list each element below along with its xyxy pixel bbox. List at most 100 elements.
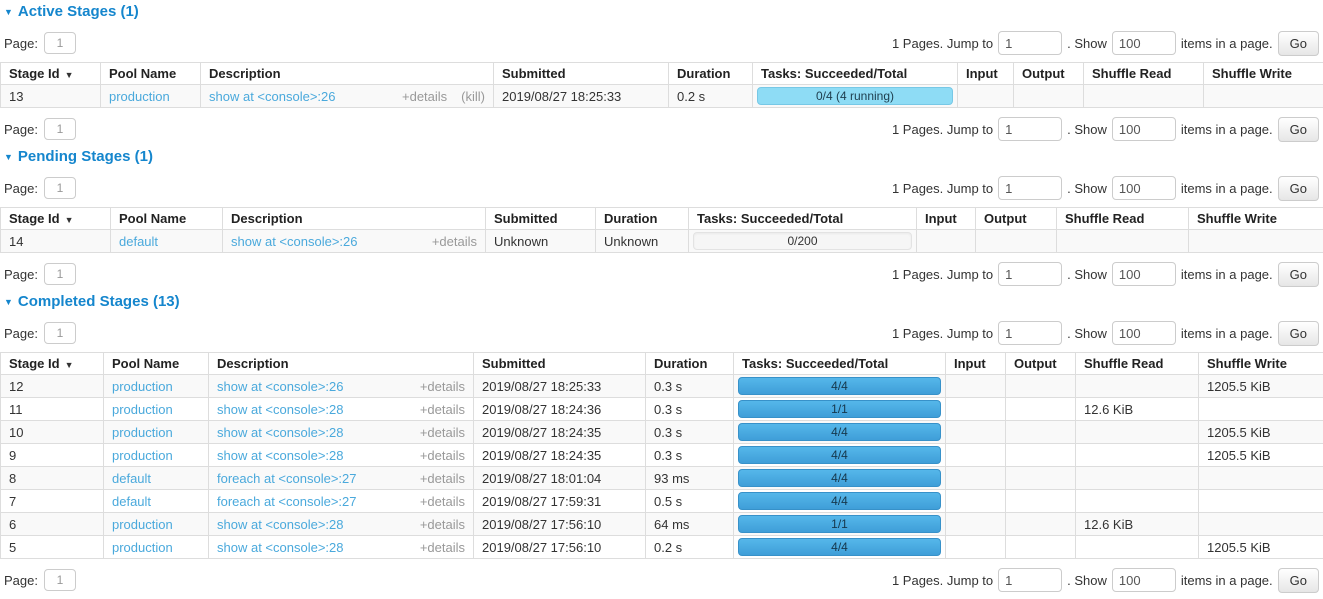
column-header-pool-name[interactable]: Pool Name (111, 208, 223, 230)
pool-name-link[interactable]: production (112, 425, 173, 440)
column-header-submitted[interactable]: Submitted (474, 353, 646, 375)
pool-name-link[interactable]: production (112, 402, 173, 417)
column-header-shuffle-write[interactable]: Shuffle Write (1189, 208, 1323, 230)
pool-name-link[interactable]: default (112, 494, 151, 509)
page-number-input[interactable] (44, 263, 76, 285)
column-header-duration[interactable]: Duration (646, 353, 734, 375)
pool-name-link[interactable]: production (112, 379, 173, 394)
pool-name-link[interactable]: production (112, 517, 173, 532)
show-items-input[interactable] (1112, 568, 1176, 592)
stage-description-link[interactable]: show at <console>:28 (217, 425, 343, 440)
column-header-tasks-succeeded-total[interactable]: Tasks: Succeeded/Total (734, 353, 946, 375)
details-toggle-link[interactable]: +details (402, 89, 447, 104)
page-number-input[interactable] (44, 569, 76, 591)
column-header-input[interactable]: Input (946, 353, 1006, 375)
column-header-description[interactable]: Description (223, 208, 486, 230)
pool-name-link[interactable]: production (112, 448, 173, 463)
details-toggle-link[interactable]: +details (420, 425, 465, 440)
show-items-input[interactable] (1112, 117, 1176, 141)
details-toggle-link[interactable]: +details (420, 448, 465, 463)
details-toggle-link[interactable]: +details (432, 234, 477, 249)
show-items-input[interactable] (1112, 176, 1176, 200)
column-header-input[interactable]: Input (958, 63, 1014, 85)
details-toggle-link[interactable]: +details (420, 402, 465, 417)
kill-stage-link[interactable]: (kill) (461, 89, 485, 104)
details-toggle-link[interactable]: +details (420, 517, 465, 532)
jump-to-input[interactable] (998, 568, 1062, 592)
go-button[interactable]: Go (1278, 117, 1319, 142)
stage-description-link[interactable]: show at <console>:26 (231, 234, 357, 249)
sort-desc-icon: ▼ (65, 70, 74, 80)
table-row-stage-5: 5productionshow at <console>:28+details2… (1, 536, 1323, 559)
pool-name-link[interactable]: production (112, 540, 173, 555)
pages-count-text: 1 Pages. Jump to (892, 573, 993, 588)
column-header-pool-name[interactable]: Pool Name (101, 63, 201, 85)
submitted-cell: 2019/08/27 17:56:10 (474, 513, 646, 536)
column-header-duration[interactable]: Duration (596, 208, 689, 230)
column-header-stage-id[interactable]: Stage Id▼ (1, 353, 104, 375)
jump-to-input[interactable] (998, 117, 1062, 141)
page-number-input[interactable] (44, 177, 76, 199)
column-header-output[interactable]: Output (976, 208, 1057, 230)
stage-description-link[interactable]: foreach at <console>:27 (217, 471, 357, 486)
page-number-input[interactable] (44, 322, 76, 344)
column-header-duration[interactable]: Duration (669, 63, 753, 85)
column-header-shuffle-read[interactable]: Shuffle Read (1057, 208, 1189, 230)
column-header-description[interactable]: Description (201, 63, 494, 85)
column-header-stage-id[interactable]: Stage Id▼ (1, 208, 111, 230)
table-row-stage-6: 6productionshow at <console>:28+details2… (1, 513, 1323, 536)
page-number-input[interactable] (44, 118, 76, 140)
stage-description-link[interactable]: show at <console>:28 (217, 402, 343, 417)
column-header-submitted[interactable]: Submitted (486, 208, 596, 230)
column-header-tasks-succeeded-total[interactable]: Tasks: Succeeded/Total (689, 208, 917, 230)
go-button[interactable]: Go (1278, 176, 1319, 201)
jump-to-input[interactable] (998, 31, 1062, 55)
column-header-pool-name[interactable]: Pool Name (104, 353, 209, 375)
column-header-shuffle-read[interactable]: Shuffle Read (1076, 353, 1199, 375)
jump-to-input[interactable] (998, 176, 1062, 200)
jump-to-input[interactable] (998, 262, 1062, 286)
pool-name-link[interactable]: default (112, 471, 151, 486)
details-toggle-link[interactable]: +details (420, 379, 465, 394)
pool-name-link[interactable]: default (119, 234, 158, 249)
column-header-shuffle-read[interactable]: Shuffle Read (1084, 63, 1204, 85)
go-button[interactable]: Go (1278, 31, 1319, 56)
stage-description-link[interactable]: show at <console>:28 (217, 540, 343, 555)
table-row-stage-8: 8defaultforeach at <console>:27+details2… (1, 467, 1323, 490)
duration-cell: 64 ms (646, 513, 734, 536)
column-header-output[interactable]: Output (1014, 63, 1084, 85)
duration-cell: 0.3 s (646, 398, 734, 421)
column-header-tasks-succeeded-total[interactable]: Tasks: Succeeded/Total (753, 63, 958, 85)
stage-description-link[interactable]: show at <console>:26 (217, 379, 343, 394)
show-items-input[interactable] (1112, 262, 1176, 286)
details-toggle-link[interactable]: +details (420, 540, 465, 555)
column-header-shuffle-write[interactable]: Shuffle Write (1204, 63, 1323, 85)
go-button[interactable]: Go (1278, 568, 1319, 593)
section-title-text: Active Stages (1) (18, 3, 139, 20)
details-toggle-link[interactable]: +details (420, 471, 465, 486)
column-header-submitted[interactable]: Submitted (494, 63, 669, 85)
stage-id-cell: 8 (1, 467, 104, 490)
section-title-completed[interactable]: ▼Completed Stages (13) (4, 293, 180, 310)
go-button[interactable]: Go (1278, 321, 1319, 346)
pool-name-link[interactable]: production (109, 89, 170, 104)
stage-description-link[interactable]: show at <console>:28 (217, 517, 343, 532)
page-number-input[interactable] (44, 32, 76, 54)
jump-to-input[interactable] (998, 321, 1062, 345)
tasks-progress-cell: 1/1 (734, 513, 946, 536)
section-title-pending[interactable]: ▼Pending Stages (1) (4, 148, 153, 165)
column-header-shuffle-write[interactable]: Shuffle Write (1199, 353, 1323, 375)
details-toggle-link[interactable]: +details (420, 494, 465, 509)
stage-description-link[interactable]: show at <console>:26 (209, 89, 335, 104)
column-header-input[interactable]: Input (917, 208, 976, 230)
column-header-output[interactable]: Output (1006, 353, 1076, 375)
go-button[interactable]: Go (1278, 262, 1319, 287)
show-items-input[interactable] (1112, 321, 1176, 345)
show-items-input[interactable] (1112, 31, 1176, 55)
column-header-stage-id[interactable]: Stage Id▼ (1, 63, 101, 85)
pool-name-cell: production (101, 85, 201, 108)
section-title-active[interactable]: ▼Active Stages (1) (4, 3, 139, 20)
stage-description-link[interactable]: show at <console>:28 (217, 448, 343, 463)
stage-description-link[interactable]: foreach at <console>:27 (217, 494, 357, 509)
column-header-description[interactable]: Description (209, 353, 474, 375)
